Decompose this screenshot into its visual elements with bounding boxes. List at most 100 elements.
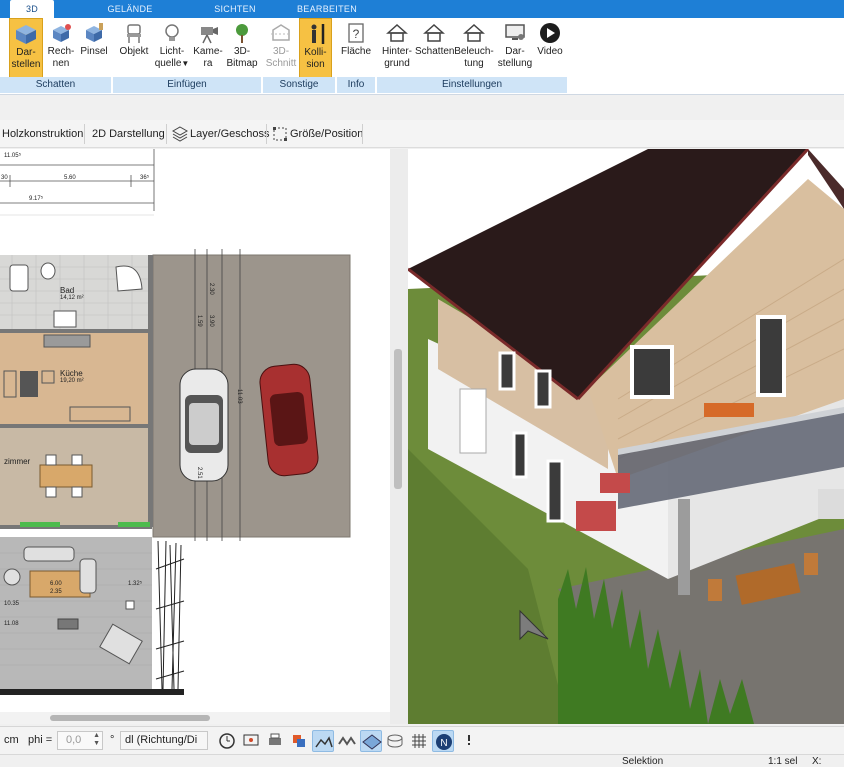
dim-label: 1.32⁵ bbox=[128, 581, 143, 587]
label-line1: 3D- bbox=[233, 46, 251, 57]
label-line1: Beleuch- bbox=[454, 46, 494, 57]
tab-bearbeiten[interactable]: BEARBEITEN bbox=[295, 0, 359, 18]
walls-button[interactable] bbox=[336, 730, 358, 752]
darstellung-button[interactable]: Dar-stellung bbox=[494, 18, 536, 78]
view-splitter[interactable] bbox=[390, 149, 408, 724]
label-line2: sion bbox=[306, 59, 325, 70]
dim-label: 5.60 bbox=[64, 175, 76, 181]
label-line2: quelle bbox=[154, 58, 182, 69]
house-light-icon bbox=[463, 23, 485, 42]
pinsel-button[interactable]: Pinsel bbox=[78, 18, 110, 78]
layers-icon bbox=[172, 126, 188, 142]
schnitt-3d-button[interactable]: 3D- Schnitt bbox=[264, 18, 298, 78]
dim-label: 3.90 bbox=[208, 315, 214, 327]
section-cut-icon bbox=[271, 24, 291, 41]
phi-input[interactable]: 0,0 ▲ ▼ bbox=[57, 731, 103, 750]
group-info-label: Info bbox=[337, 77, 376, 93]
clock-button[interactable] bbox=[216, 730, 238, 752]
label-line1: Licht- bbox=[159, 46, 185, 57]
3d-house-render[interactable] bbox=[408, 149, 844, 724]
toolbar-divider bbox=[266, 124, 267, 144]
status-mode: Selektion bbox=[622, 756, 664, 767]
screen-button[interactable] bbox=[240, 730, 262, 752]
size-position-icon bbox=[273, 127, 287, 141]
spinner-arrows-icon[interactable]: ▲ ▼ bbox=[93, 732, 100, 748]
tab-gelaende[interactable]: GELÄNDE bbox=[100, 0, 160, 18]
3d-view[interactable] bbox=[408, 149, 844, 724]
toolbar-divider bbox=[166, 124, 167, 144]
dropdown-arrow-icon[interactable]: ▼ bbox=[181, 59, 189, 68]
floor-plan-view[interactable]: 11.05⁵ 5.60 9.17⁵ 30 36⁵ Bad 14,12 m² Kü… bbox=[0, 149, 390, 712]
objekt-button[interactable]: Objekt bbox=[116, 18, 152, 78]
horizontal-scrollbar[interactable] bbox=[0, 712, 390, 724]
degree-label: ° bbox=[110, 734, 115, 746]
label-line1: Kame- bbox=[193, 46, 223, 57]
schatten-button[interactable]: Schatten bbox=[415, 18, 454, 78]
cylinder-button[interactable] bbox=[384, 730, 406, 752]
lichtquelle-button[interactable]: Licht-quelle▼ bbox=[153, 18, 191, 78]
screen-icon bbox=[243, 734, 259, 746]
label-line1: Dar- bbox=[505, 46, 525, 57]
terrain-icon bbox=[315, 736, 333, 748]
cylinder-icon bbox=[387, 734, 403, 748]
phi-label: phi = bbox=[28, 734, 53, 746]
video-button[interactable]: Video bbox=[535, 18, 565, 78]
view-toolbar: Holzkonstruktion 2D Darstellung Layer/Ge… bbox=[0, 120, 844, 148]
label-line1: Video bbox=[537, 46, 563, 57]
rechnen-button[interactable]: Rech-nen bbox=[45, 18, 77, 78]
car-white[interactable] bbox=[179, 368, 229, 482]
layer-geschoss-button[interactable]: Layer/Geschoss bbox=[190, 126, 269, 142]
status-scale: 1:1 sel bbox=[768, 756, 798, 767]
dim-label: 11.03 bbox=[236, 389, 242, 404]
print-button[interactable] bbox=[264, 730, 286, 752]
label-line1: Dar- bbox=[16, 47, 36, 58]
color-layers-icon bbox=[293, 735, 305, 747]
dim-label: 2.35 bbox=[50, 589, 62, 595]
dim-label: 11.05⁵ bbox=[4, 153, 22, 159]
grid-button[interactable] bbox=[408, 730, 430, 752]
plane-button[interactable] bbox=[360, 730, 382, 752]
darstellen-button[interactable]: Dar-stellen bbox=[9, 18, 43, 78]
hintergrund-button[interactable]: Hinter-grund bbox=[378, 18, 416, 78]
label-line1: 3D- bbox=[272, 46, 290, 57]
dim-label: 9.17⁵ bbox=[29, 196, 44, 202]
label-line1: Kolli- bbox=[304, 47, 327, 58]
groesse-position-button[interactable]: Größe/Position bbox=[290, 126, 363, 142]
dim-label: 10.35 bbox=[4, 601, 20, 607]
printer-icon bbox=[269, 733, 281, 745]
bitmap-3d-button[interactable]: 3D- Bitmap bbox=[225, 18, 259, 78]
grid-icon bbox=[412, 734, 426, 748]
brush-cube-icon bbox=[86, 23, 103, 42]
kamera-button[interactable]: Kame-ra bbox=[192, 18, 224, 78]
dim-label: 1.59 bbox=[196, 315, 202, 327]
darstellung-2d-button[interactable]: 2D Darstellung bbox=[92, 126, 165, 142]
label-line1: Objekt bbox=[119, 46, 149, 57]
label-line1: Fläche bbox=[340, 46, 371, 57]
vertical-scroll-thumb[interactable] bbox=[394, 349, 402, 489]
dim-label: 2.51 bbox=[196, 467, 202, 479]
camera-icon bbox=[201, 27, 218, 44]
dim-label: 6.00 bbox=[50, 581, 62, 587]
plane-icon bbox=[362, 734, 382, 750]
beleuchtung-button[interactable]: Beleuch-tung bbox=[454, 18, 494, 78]
horizontal-scroll-thumb[interactable] bbox=[50, 715, 210, 721]
toolbar-divider bbox=[362, 124, 363, 144]
terrain-button[interactable] bbox=[312, 730, 334, 752]
dim-label: 2.30 bbox=[208, 283, 214, 295]
direction-select[interactable]: dl (Richtung/Di bbox=[120, 731, 208, 750]
holzkonstruktion-button[interactable]: Holzkonstruktion bbox=[2, 126, 83, 142]
tab-3d[interactable]: 3D bbox=[10, 0, 54, 18]
more-options-button[interactable] bbox=[458, 730, 480, 752]
north-button[interactable]: N bbox=[432, 730, 454, 752]
room-area-kueche: 19,20 m² bbox=[60, 378, 84, 384]
play-icon bbox=[540, 23, 560, 43]
floor-plan-drawing[interactable] bbox=[0, 149, 390, 712]
room-name-kueche: Küche bbox=[60, 369, 83, 378]
kollision-button[interactable]: Kolli-sion bbox=[299, 18, 332, 78]
tree-icon bbox=[236, 24, 248, 43]
question-page-icon: ? bbox=[348, 23, 364, 43]
flaeche-button[interactable]: ? Fläche bbox=[338, 18, 374, 78]
tab-sichten[interactable]: SICHTEN bbox=[205, 0, 265, 18]
layers-color-button[interactable] bbox=[288, 730, 310, 752]
direction-select-value: dl (Richtung/Di bbox=[125, 734, 198, 746]
